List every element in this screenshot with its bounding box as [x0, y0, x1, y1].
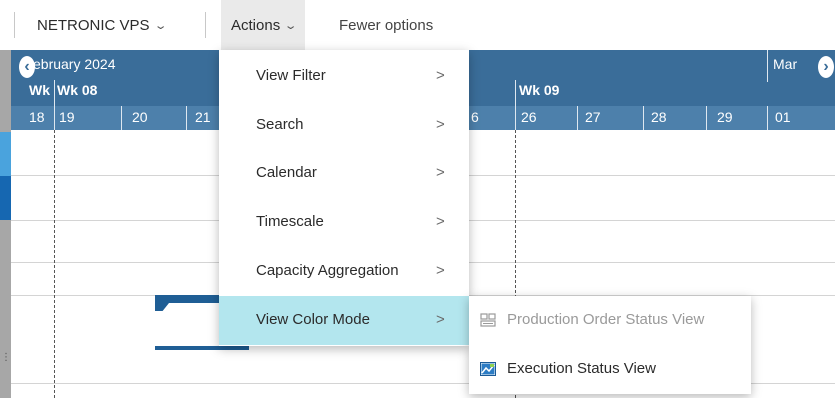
day-label: 01 — [775, 109, 791, 125]
day-divider — [54, 106, 55, 130]
day-divider — [643, 106, 644, 130]
chevron-down-icon: ⌄ — [153, 19, 168, 32]
fewer-options-button[interactable]: Fewer options — [339, 0, 433, 50]
day-label: 29 — [717, 109, 733, 125]
week-label: Wk — [29, 82, 50, 98]
week-label: Wk 08 — [57, 82, 98, 98]
chevron-down-icon: ⌄ — [283, 19, 298, 32]
row-indicator-strip — [0, 50, 11, 398]
day-divider — [706, 106, 707, 130]
row-indicator-active — [0, 176, 11, 220]
execution-status-icon — [480, 362, 496, 376]
menu-item-search[interactable]: Search > — [219, 101, 469, 150]
submenu-item-label: Production Order Status View — [507, 311, 705, 328]
fewer-options-label: Fewer options — [339, 16, 434, 34]
submenu-item-execution-status-view[interactable]: Execution Status View — [469, 345, 751, 394]
month-label: ebruary 2024 — [33, 56, 116, 72]
toolbar-separator — [205, 12, 206, 38]
menu-item-capacity-aggregation[interactable]: Capacity Aggregation > — [219, 247, 469, 296]
action-bar: NETRONIC VPS ⌄ Actions ⌄ Fewer options — [0, 0, 835, 50]
day-label: 26 — [521, 109, 537, 125]
month-label-next: Mar — [773, 56, 798, 72]
day-label: 21 — [195, 109, 211, 125]
chevron-right-icon: > — [436, 67, 445, 84]
day-label: 27 — [585, 109, 601, 125]
menu-item-view-filter[interactable]: View Filter > — [219, 52, 469, 101]
actions-menu: View Filter > Search > Calendar > Timesc… — [219, 50, 469, 346]
view-color-mode-submenu: Production Order Status View Execution S… — [469, 296, 751, 394]
actions-label: Actions — [231, 16, 281, 34]
chevron-right-icon: > — [436, 213, 445, 230]
day-label: 28 — [651, 109, 667, 125]
company-label: NETRONIC VPS — [37, 16, 150, 34]
day-label: 6 — [471, 109, 479, 125]
menu-item-label: Capacity Aggregation — [256, 262, 399, 279]
submenu-item-production-order-status-view[interactable]: Production Order Status View — [469, 296, 751, 345]
operation-bar[interactable] — [155, 346, 249, 350]
day-divider — [515, 106, 516, 130]
scroll-right-button[interactable]: › — [818, 56, 834, 78]
menu-item-calendar[interactable]: Calendar > — [219, 149, 469, 198]
menu-item-label: Calendar — [256, 164, 317, 181]
chevron-right-icon: > — [436, 116, 445, 133]
row-marker: ⋮ — [1, 352, 11, 363]
day-divider — [121, 106, 122, 130]
menu-item-view-color-mode[interactable]: View Color Mode > — [219, 296, 469, 345]
week-divider — [515, 80, 516, 106]
day-divider — [767, 106, 768, 130]
week-label: Wk 09 — [519, 82, 560, 98]
menu-item-label: Timescale — [256, 213, 324, 230]
actions-button[interactable]: Actions ⌄ — [221, 0, 306, 50]
day-label: 20 — [132, 109, 148, 125]
day-label: 18 — [29, 109, 45, 125]
company-dropdown[interactable]: NETRONIC VPS ⌄ — [37, 0, 168, 50]
menu-item-label: View Color Mode — [256, 311, 370, 328]
row-indicator-selected — [0, 132, 11, 176]
day-divider — [577, 106, 578, 130]
menu-item-label: View Filter — [256, 67, 326, 84]
month-divider — [767, 50, 768, 82]
toolbar-separator — [14, 12, 15, 38]
menu-item-label: Search — [256, 116, 304, 133]
week-divider — [54, 80, 55, 106]
chevron-right-icon: > — [436, 262, 445, 279]
day-divider — [186, 106, 187, 130]
menu-item-timescale[interactable]: Timescale > — [219, 198, 469, 247]
gantt-app: NETRONIC VPS ⌄ Actions ⌄ Fewer options ‹… — [0, 0, 835, 398]
chevron-right-icon: > — [436, 164, 445, 181]
submenu-item-label: Execution Status View — [507, 360, 656, 377]
chevron-right-icon: > — [436, 311, 445, 328]
day-label: 19 — [59, 109, 75, 125]
production-order-status-icon — [480, 313, 496, 327]
week-boundary-line — [54, 130, 55, 398]
